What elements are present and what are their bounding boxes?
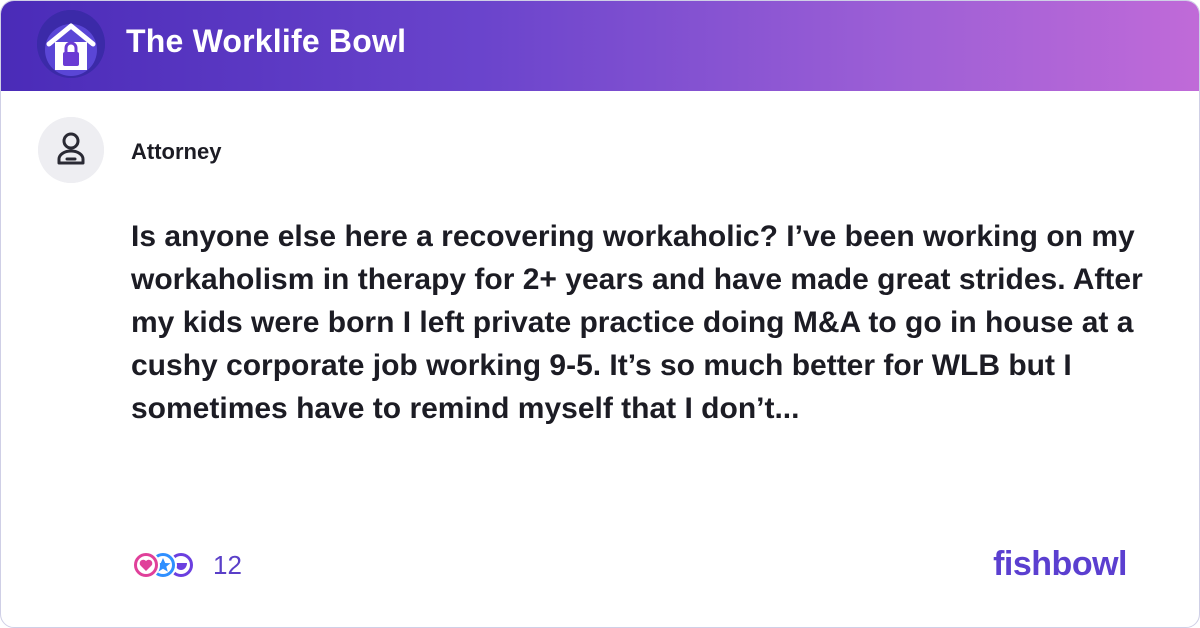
post-body[interactable]: Is anyone else here a recovering workaho… [131, 215, 1176, 430]
bowl-header: The Worklife Bowl [1, 1, 1199, 91]
fishbowl-logo[interactable]: fishbowl [993, 545, 1127, 584]
post-card[interactable]: The Worklife Bowl Attorney Is anyone els… [0, 0, 1200, 628]
person-icon[interactable] [38, 117, 104, 183]
post-author[interactable]: Attorney [131, 139, 221, 165]
house-lock-icon[interactable] [37, 10, 105, 78]
reaction-icons[interactable] [131, 550, 197, 580]
bowl-name[interactable]: The Worklife Bowl [126, 23, 406, 60]
reaction-count[interactable]: 12 [213, 550, 242, 581]
heart-icon [132, 551, 160, 579]
